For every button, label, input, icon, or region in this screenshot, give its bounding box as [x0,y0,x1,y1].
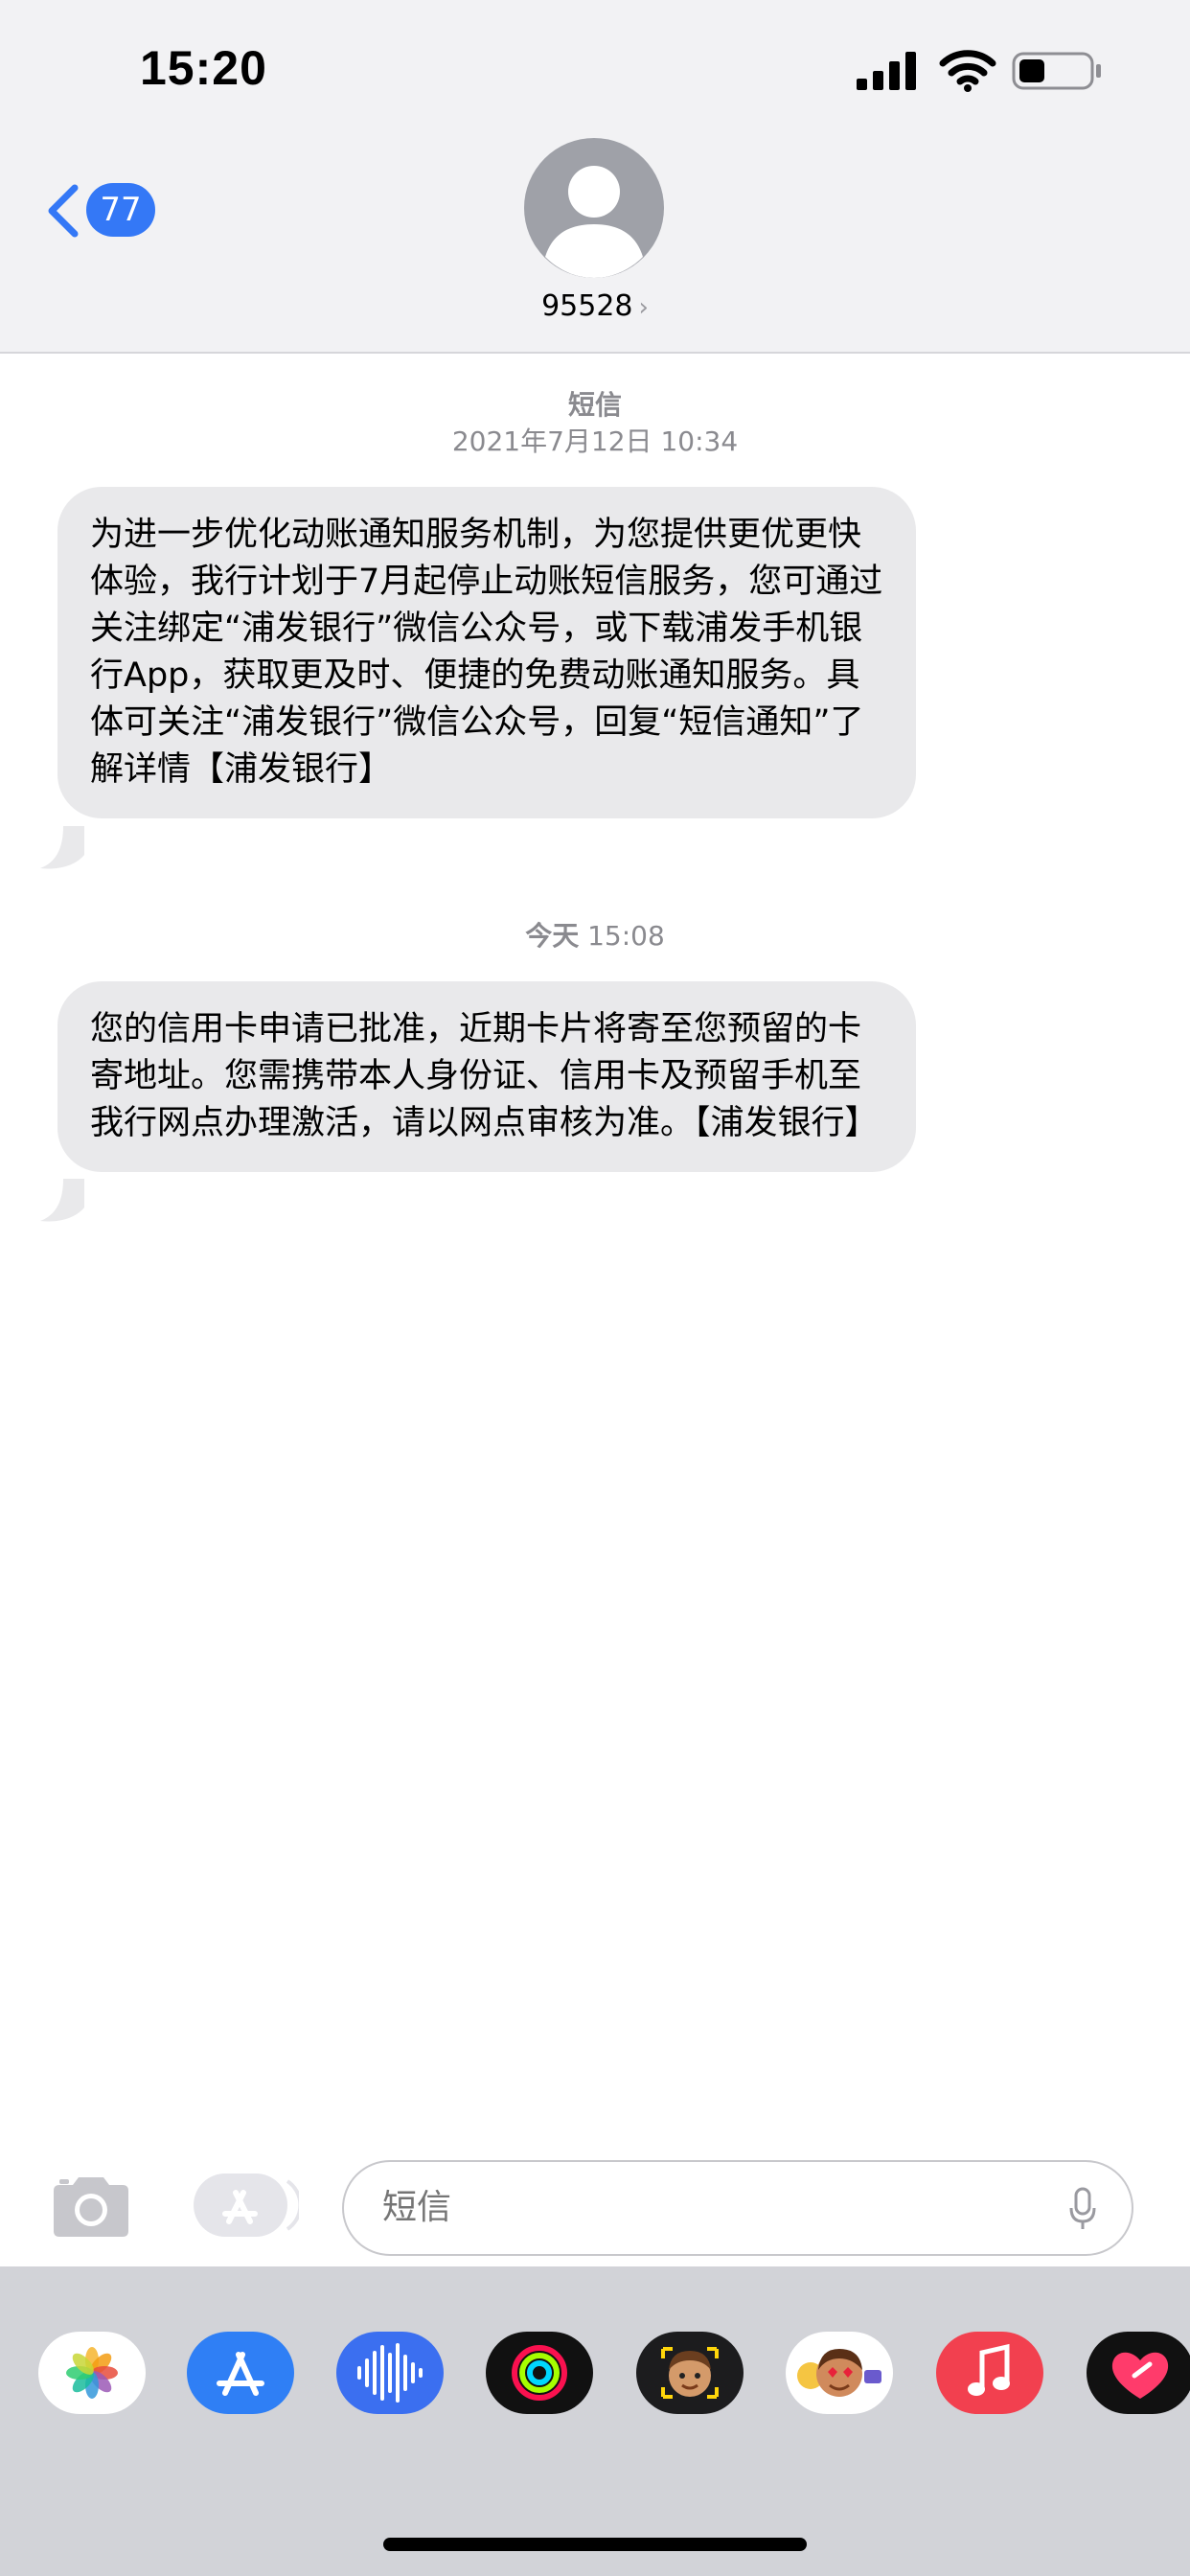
memoji-stickers-icon[interactable] [786,2332,893,2414]
heart-sticker-icon[interactable] [1087,2332,1190,2414]
message-bubble[interactable]: 为进一步优化动账通知服务机制，为您提供更优更快体验，我行计划于7月起停止动账短信… [57,487,916,818]
person-icon [545,166,643,278]
timestamp-date: 2021年7月12日 10:34 [451,426,739,457]
conversation-header: 15:20 77 95528 › [0,0,1190,354]
status-icons [855,50,1104,92]
message-input[interactable] [380,2162,955,2254]
home-indicator[interactable] [383,2538,807,2551]
contact-number: 95528 [541,289,633,323]
memoji-icon[interactable] [636,2332,744,2414]
back-button[interactable]: 77 [44,178,159,242]
wifi-icon [939,50,996,92]
bubble-tail [40,826,84,869]
contact-avatar[interactable] [524,138,664,278]
contact-name[interactable]: 95528 › [0,289,1190,323]
message-timestamp: 今天 15:08 [0,918,1190,954]
status-time: 15:20 [140,41,267,95]
audio-message-icon[interactable] [336,2332,444,2414]
camera-icon[interactable] [48,2174,134,2239]
compose-bar [0,2143,1190,2266]
music-app-icon[interactable] [936,2332,1043,2414]
message-timestamp: 短信 2021年7月12日 10:34 [0,387,1190,460]
activity-app-icon[interactable] [486,2332,593,2414]
timestamp-time: 15:08 [587,920,665,952]
cellular-signal-icon [857,52,916,90]
timestamp-day: 今天 [525,920,580,952]
microphone-icon[interactable] [1068,2187,1097,2231]
battery-icon [1012,52,1101,90]
message-bubble[interactable]: 您的信用卡申请已批准，近期卡片将寄至您预留的卡寄地址。您需携带本人身份证、信用卡… [57,981,916,1172]
message-text-field[interactable] [342,2160,1133,2256]
app-store-button-icon[interactable] [192,2172,299,2239]
bubble-tail [40,1179,84,1222]
chevron-left-icon [48,184,79,238]
service-label: 短信 [567,389,622,421]
chevron-right-icon: › [638,293,649,322]
imessage-app-drawer [0,2266,1190,2576]
unread-count-badge: 77 [86,183,155,237]
app-store-icon[interactable] [187,2332,294,2414]
photos-app-icon[interactable] [38,2332,146,2414]
